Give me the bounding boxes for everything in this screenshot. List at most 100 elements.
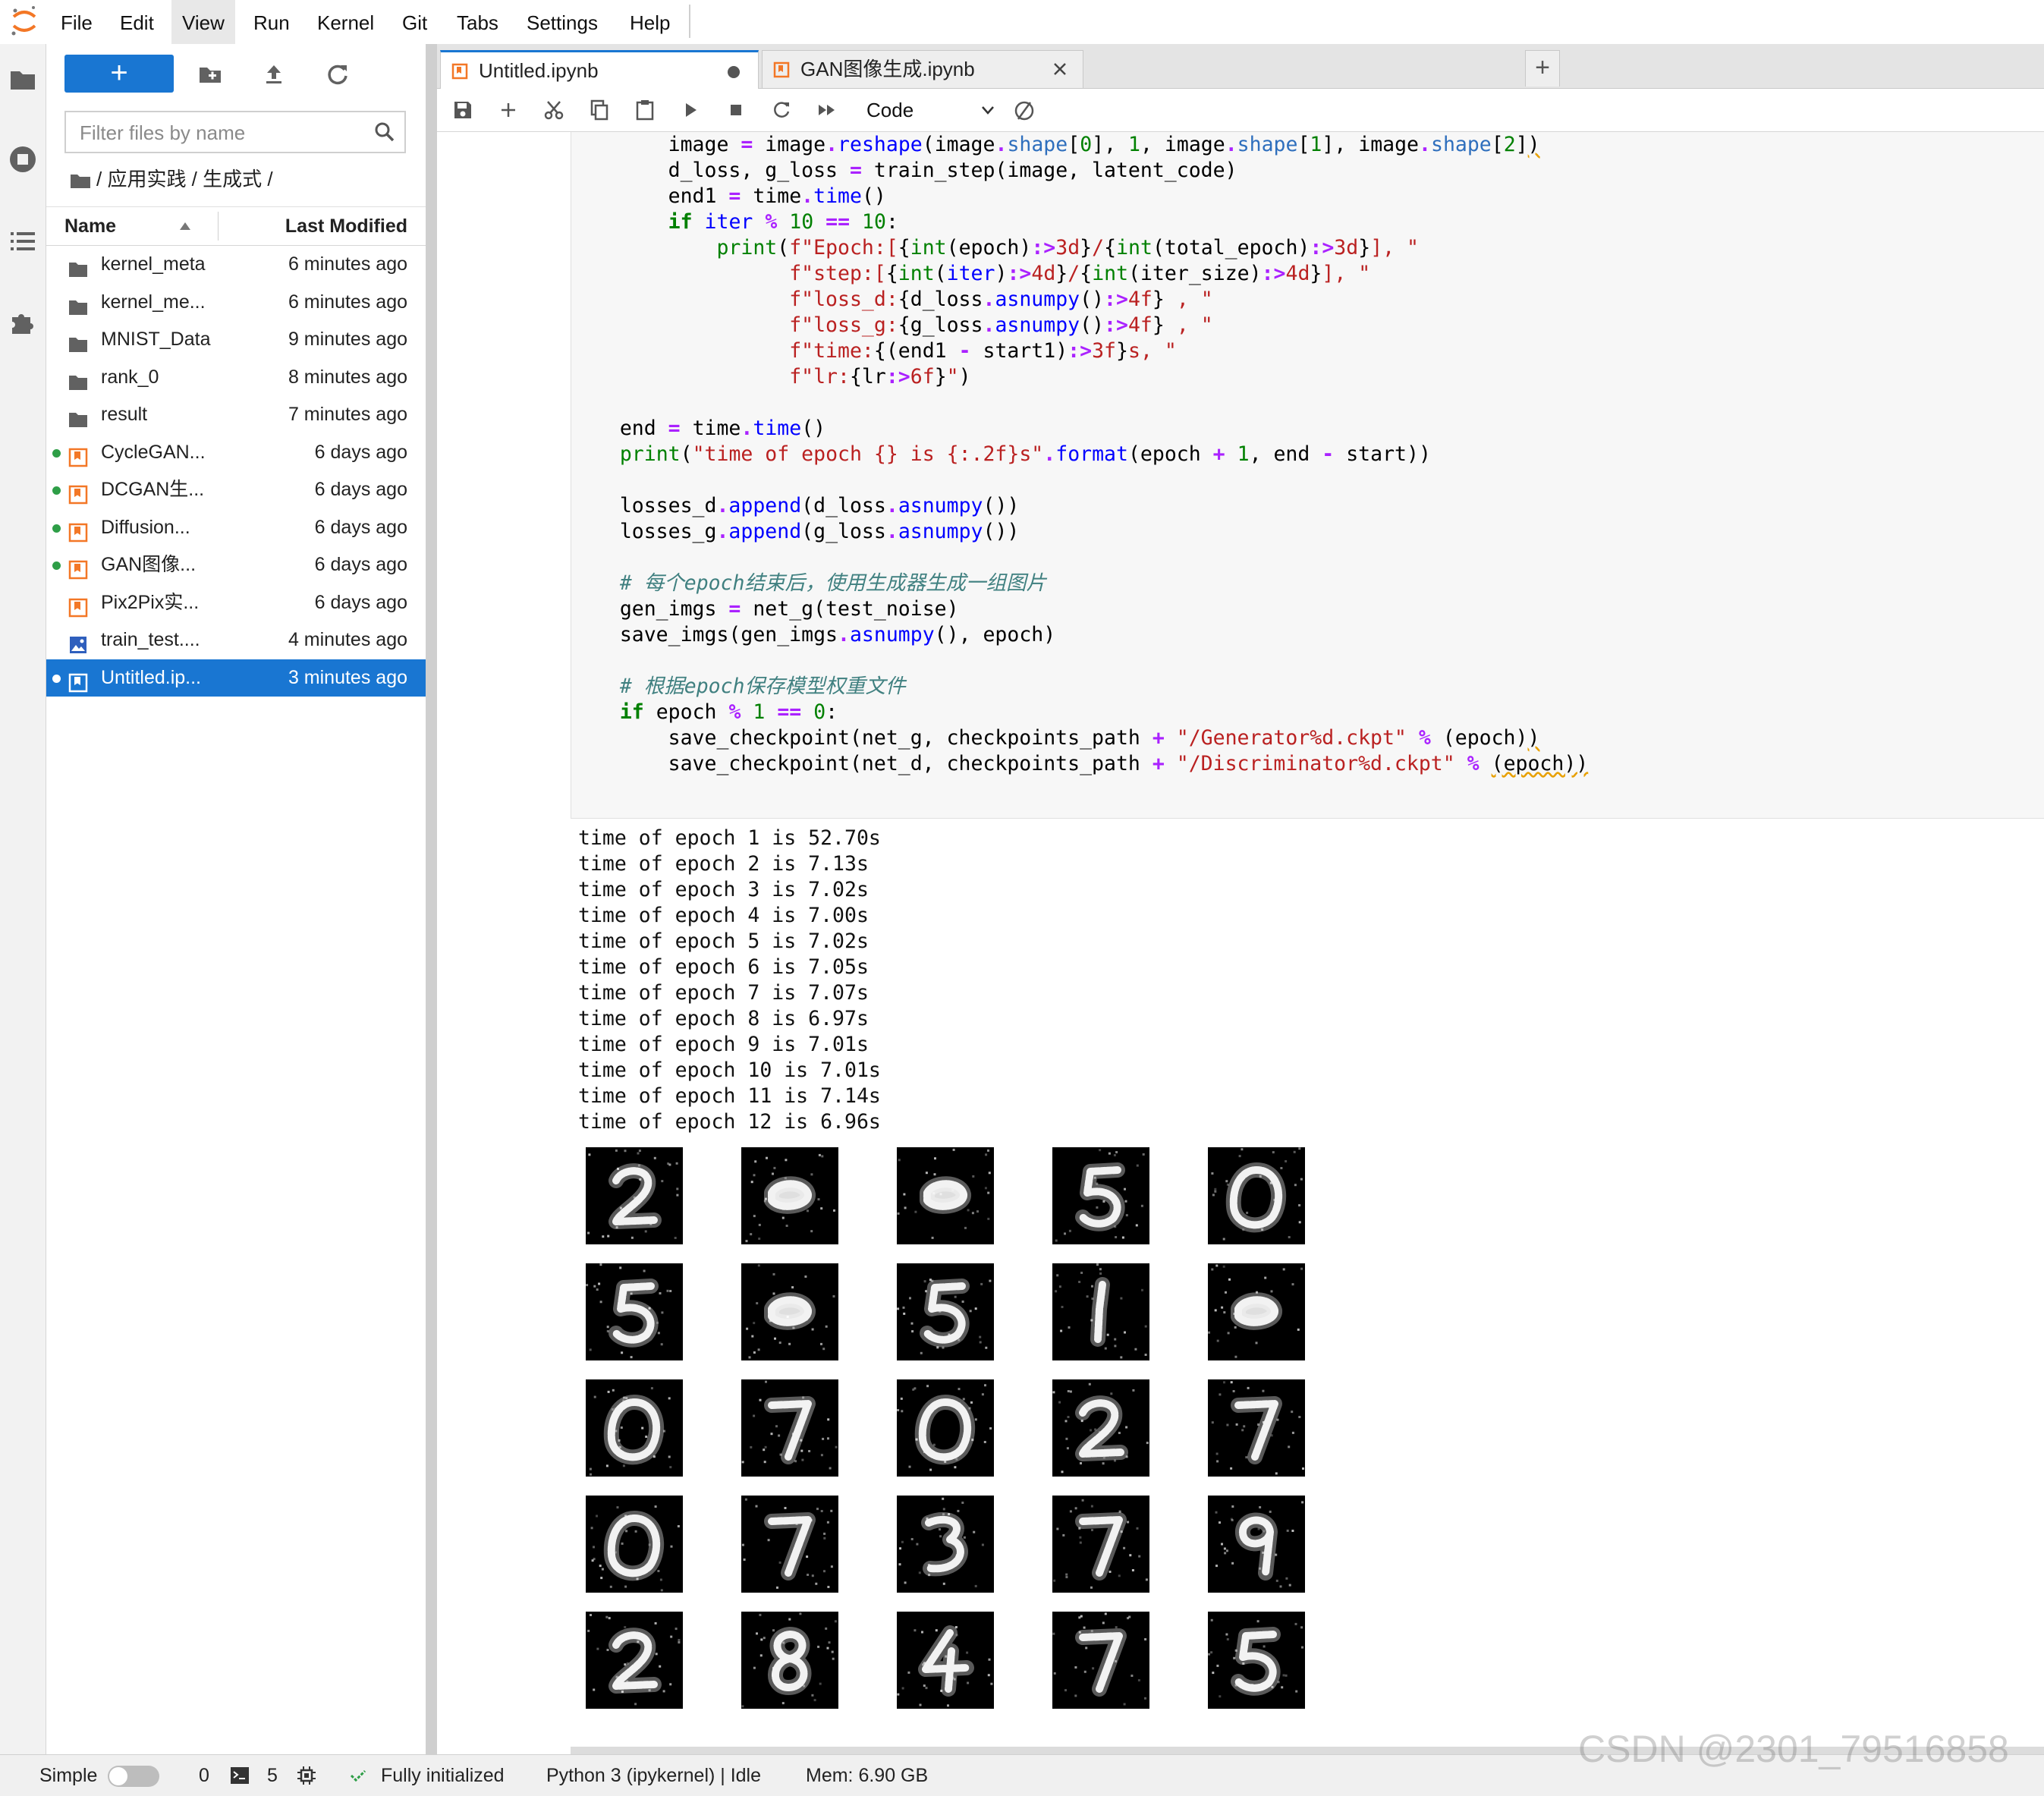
noise-pixel: [670, 1635, 673, 1638]
noise-pixel: [669, 1683, 672, 1686]
stop-icon[interactable]: [724, 98, 748, 122]
generated-image-grid: [586, 1147, 1314, 1739]
digit-canvas: [1215, 1501, 1304, 1588]
kernel-status-icon[interactable]: [1012, 98, 1036, 122]
code-editor[interactable]: image = image.reshape(image.shape[0], 1,…: [571, 132, 1588, 777]
noise-pixel: [972, 1175, 975, 1178]
noise-pixel: [811, 1694, 814, 1697]
digit-canvas: [587, 1614, 681, 1706]
noise-pixel: [1214, 1187, 1217, 1191]
menu-kernel[interactable]: Kernel: [307, 0, 385, 44]
noise-pixel: [970, 1401, 973, 1404]
noise-pixel: [772, 1292, 775, 1295]
menu-file[interactable]: File: [50, 0, 103, 44]
breadcrumb-path[interactable]: / 应用实践 / 生成式 /: [96, 168, 273, 190]
noise-pixel: [1080, 1462, 1082, 1464]
file-row[interactable]: Diffusion... 6 days ago: [46, 509, 426, 547]
tab-untitled-ipynb[interactable]: Untitled.ipynb: [440, 50, 759, 89]
noise-pixel: [668, 1163, 671, 1166]
noise-pixel: [820, 1510, 823, 1512]
file-row[interactable]: result 7 minutes ago: [46, 396, 426, 434]
insert-cell-icon[interactable]: [496, 98, 520, 122]
kernels-count[interactable]: 5: [267, 1755, 278, 1796]
noise-pixel: [988, 1658, 991, 1661]
menu-view[interactable]: View: [171, 0, 235, 44]
file-row[interactable]: Pix2Pix实... 6 days ago: [46, 584, 426, 622]
running-kernels-icon[interactable]: [6, 143, 39, 176]
column-last-modified[interactable]: Last Modified: [285, 207, 407, 245]
notebook-icon: [68, 555, 89, 580]
noise-pixel: [1106, 1333, 1109, 1336]
run-icon[interactable]: [678, 98, 703, 122]
close-icon[interactable]: [1051, 60, 1069, 78]
noise-pixel: [1104, 1347, 1107, 1350]
new-tab-button[interactable]: +: [1525, 50, 1560, 86]
noise-pixel: [974, 1418, 977, 1421]
menu-tabs[interactable]: Tabs: [446, 0, 509, 44]
file-row[interactable]: DCGAN生... 6 days ago: [46, 471, 426, 509]
panel-splitter[interactable]: [426, 44, 437, 1754]
jupyter-logo-icon[interactable]: [9, 5, 39, 38]
noise-pixel: [1114, 1345, 1117, 1348]
file-modified: 8 minutes ago: [288, 366, 407, 388]
file-row[interactable]: CycleGAN... 6 days ago: [46, 434, 426, 472]
column-name[interactable]: Name: [64, 207, 116, 245]
noise-pixel: [763, 1461, 766, 1464]
upload-icon[interactable]: [259, 59, 289, 90]
paste-icon[interactable]: [633, 98, 657, 122]
menu-settings[interactable]: Settings: [516, 0, 608, 44]
unsaved-dot-icon[interactable]: [728, 66, 740, 78]
file-row[interactable]: rank_0 8 minutes ago: [46, 359, 426, 397]
sort-ascending-icon[interactable]: [178, 221, 192, 231]
new-launcher-button[interactable]: +: [64, 55, 174, 93]
table-of-contents-icon[interactable]: [6, 225, 39, 258]
copy-icon[interactable]: [587, 98, 612, 122]
file-row[interactable]: train_test.... 4 minutes ago: [46, 621, 426, 659]
breadcrumb[interactable]: / 应用实践 / 生成式 /: [69, 164, 273, 194]
noise-pixel: [778, 1341, 781, 1345]
menu-run[interactable]: Run: [243, 0, 300, 44]
noise-pixel: [1279, 1585, 1282, 1588]
terminal-icon[interactable]: [229, 1765, 250, 1786]
restart-run-all-icon[interactable]: [815, 98, 839, 122]
noise-pixel: [1235, 1423, 1238, 1426]
noise-pixel: [588, 1153, 591, 1156]
noise-pixel: [772, 1629, 775, 1632]
kernel-status[interactable]: Python 3 (ipykernel) | Idle: [546, 1755, 761, 1796]
column-divider[interactable]: [218, 212, 219, 241]
file-row[interactable]: kernel_me... 6 minutes ago: [46, 284, 426, 322]
file-row[interactable]: GAN图像... 6 days ago: [46, 546, 426, 584]
noise-pixel: [593, 1688, 596, 1691]
output-line: time of epoch 4 is 7.00s: [578, 904, 869, 927]
noise-pixel: [753, 1174, 756, 1177]
simple-mode-label: Simple: [39, 1765, 98, 1786]
extension-manager-icon[interactable]: [6, 305, 39, 338]
filter-files-input[interactable]: [66, 112, 379, 153]
cut-icon[interactable]: [542, 98, 566, 122]
noise-pixel: [1215, 1264, 1219, 1267]
file-row[interactable]: kernel_meta 6 minutes ago: [46, 246, 426, 284]
code-cell[interactable]: image = image.reshape(image.shape[0], 1,…: [571, 132, 2044, 819]
file-modified: 6 minutes ago: [288, 291, 407, 313]
generated-digit-image: [897, 1379, 994, 1477]
cell-type-select[interactable]: Code: [866, 95, 995, 125]
file-row[interactable]: Untitled.ip... 3 minutes ago: [46, 659, 426, 697]
noise-pixel: [810, 1230, 813, 1233]
menu-git[interactable]: Git: [392, 0, 438, 44]
file-row[interactable]: MNIST_Data 9 minutes ago: [46, 321, 426, 359]
noise-pixel: [897, 1409, 900, 1411]
noise-pixel: [942, 1497, 945, 1500]
folder-icon[interactable]: [6, 62, 39, 96]
noise-pixel: [1096, 1263, 1099, 1266]
menu-edit[interactable]: Edit: [109, 0, 165, 44]
restart-kernel-icon[interactable]: [769, 98, 794, 122]
folder-icon[interactable]: [69, 171, 92, 190]
terminals-count[interactable]: 0: [199, 1755, 209, 1796]
refresh-icon[interactable]: [322, 59, 353, 90]
tab-gan-ipynb[interactable]: GAN图像生成.ipynb: [762, 50, 1083, 88]
save-icon[interactable]: [451, 98, 475, 122]
new-folder-icon[interactable]: [195, 59, 225, 90]
kernel-chip-icon[interactable]: [296, 1765, 317, 1786]
menu-help[interactable]: Help: [619, 0, 681, 44]
simple-mode-toggle[interactable]: [108, 1766, 159, 1787]
